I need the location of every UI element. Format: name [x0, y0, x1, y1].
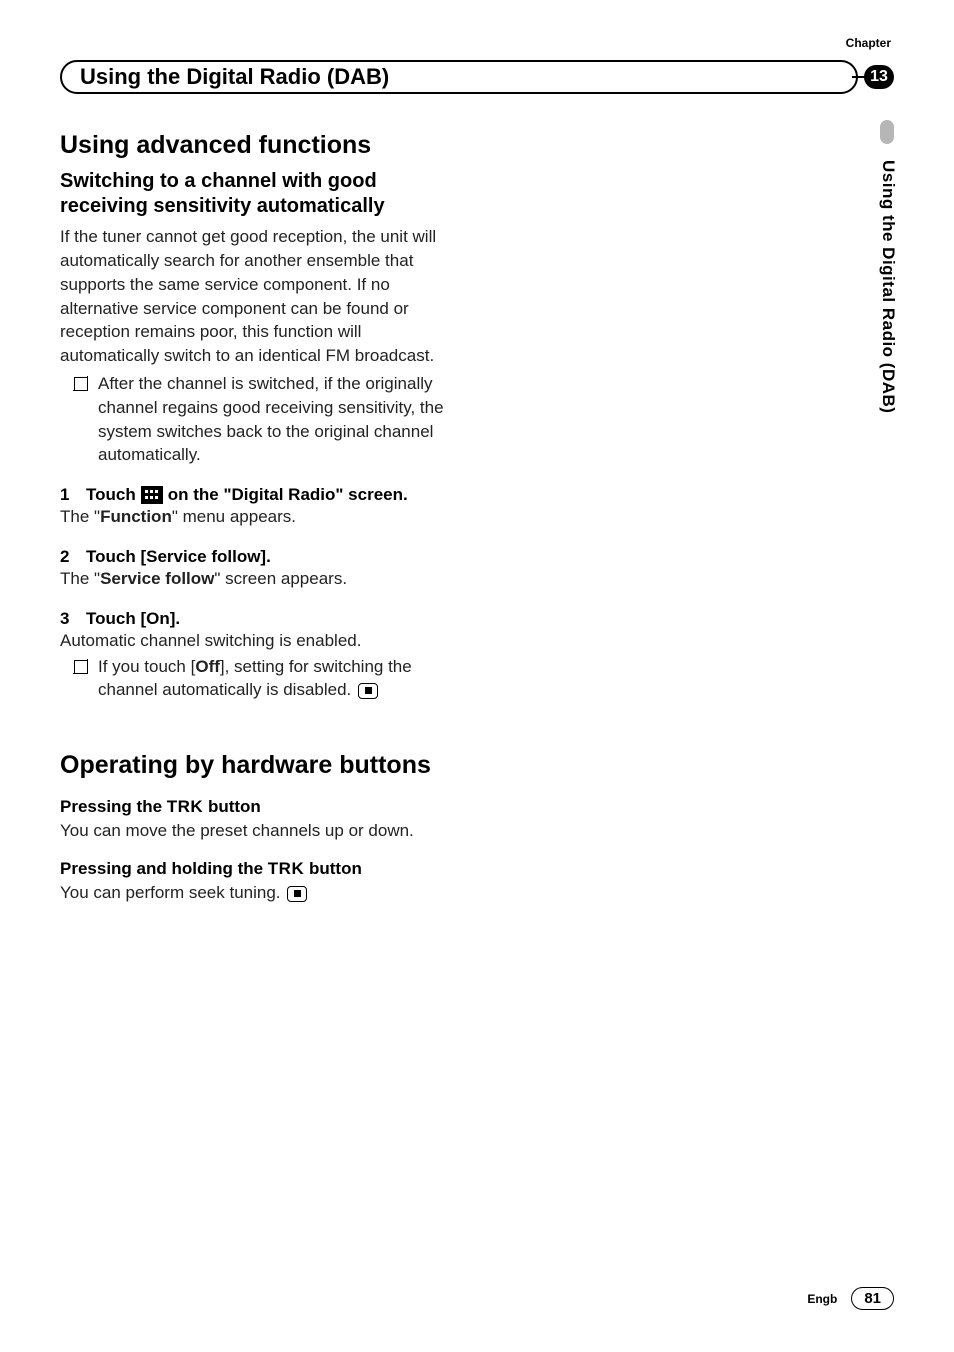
side-tab-indicator — [880, 120, 894, 144]
menu-grid-icon — [141, 486, 163, 504]
step-3-head: Touch [On]. — [86, 609, 180, 629]
end-section-icon — [287, 886, 307, 902]
section-advanced-subtitle: Switching to a channel with good receivi… — [60, 169, 460, 219]
footer-page-number: 81 — [851, 1287, 894, 1310]
chapter-label: Chapter — [846, 36, 891, 50]
step-2-desc: The "Service follow" screen appears. — [60, 567, 460, 591]
step-3-number: 3 — [60, 609, 82, 629]
page-title: Using the Digital Radio (DAB) — [60, 60, 858, 94]
end-section-icon — [358, 683, 378, 699]
note-bullet-1-text: After the channel is switched, if the or… — [98, 372, 460, 467]
hold-trk-heading: Pressing and holding the TRK button — [60, 859, 460, 879]
footer-language: Engb — [807, 1292, 837, 1306]
step-1-pre: Touch — [86, 485, 136, 505]
hold-trk-desc: You can perform seek tuning. — [60, 881, 460, 905]
step-2-number: 2 — [60, 547, 82, 567]
side-tab: Using the Digital Radio (DAB) — [878, 120, 896, 413]
step-3-bullet: If you touch [Off], setting for switchin… — [74, 655, 460, 703]
step-1-desc: The "Function" menu appears. — [60, 505, 460, 529]
step-2-head: Touch [Service follow]. — [86, 547, 271, 567]
step-3: 3 Touch [On]. Automatic channel switchin… — [60, 609, 460, 702]
section-hardware-title: Operating by hardware buttons — [60, 750, 460, 781]
bullet-icon — [74, 660, 88, 674]
step-3-desc: Automatic channel switching is enabled. — [60, 629, 460, 653]
section-advanced-title: Using advanced functions — [60, 130, 460, 161]
step-1-number: 1 — [60, 485, 82, 505]
press-trk-desc: You can move the preset channels up or d… — [60, 819, 460, 843]
step-1: 1 Touch on the "Digital Radio" screen. T… — [60, 485, 460, 529]
side-tab-label: Using the Digital Radio (DAB) — [878, 160, 898, 413]
step-2: 2 Touch [Service follow]. The "Service f… — [60, 547, 460, 591]
chapter-number-badge: 13 — [864, 65, 894, 89]
step-3-bullet-text: If you touch [Off], setting for switchin… — [98, 655, 460, 703]
intro-paragraph: If the tuner cannot get good reception, … — [60, 225, 460, 368]
body-column: Using advanced functions Switching to a … — [60, 130, 460, 909]
bullet-icon — [74, 377, 88, 391]
footer: Engb 81 — [807, 1287, 894, 1310]
step-1-post: on the "Digital Radio" screen. — [168, 485, 408, 505]
note-bullet-1: After the channel is switched, if the or… — [74, 372, 460, 467]
header-bar: Using the Digital Radio (DAB) 13 — [60, 60, 894, 94]
press-trk-heading: Pressing the TRK button — [60, 797, 460, 817]
